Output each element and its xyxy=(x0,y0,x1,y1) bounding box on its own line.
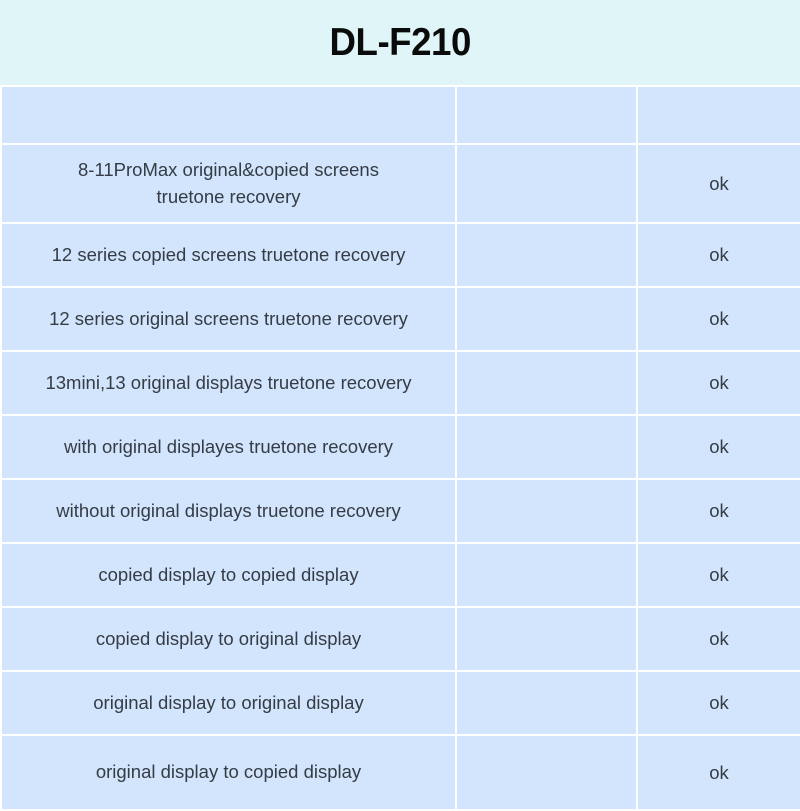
middle-cell xyxy=(455,606,638,672)
feature-cell: 8-11ProMax original&copied screens truet… xyxy=(0,143,457,224)
feature-text-line-1: 8-11ProMax original&copied screens xyxy=(78,159,379,181)
feature-cell: 12 series copied screens truetone recove… xyxy=(0,222,457,288)
header-cell-middle xyxy=(455,85,638,145)
status-cell: ok xyxy=(636,478,800,544)
table-row: 12 series copied screens truetone recove… xyxy=(0,222,800,288)
title-banner: DL-F210 xyxy=(0,0,800,85)
page-title: DL-F210 xyxy=(329,21,471,64)
table-row: with original displayes truetone recover… xyxy=(0,414,800,480)
middle-cell xyxy=(455,478,638,544)
table-row: original display to copied display ok xyxy=(0,734,800,811)
feature-cell: copied display to copied display xyxy=(0,542,457,608)
middle-cell xyxy=(455,143,638,224)
feature-cell: copied display to original display xyxy=(0,606,457,672)
status-cell: ok xyxy=(636,542,800,608)
table-row: copied display to original display ok xyxy=(0,606,800,672)
feature-cell: original display to copied display xyxy=(0,734,457,811)
middle-cell xyxy=(455,670,638,736)
middle-cell xyxy=(455,222,638,288)
product-spec-page: DL-F210 8-11ProMax original&copied scree… xyxy=(0,0,800,811)
status-cell: ok xyxy=(636,350,800,416)
middle-cell xyxy=(455,542,638,608)
table-row: original display to original display ok xyxy=(0,670,800,736)
status-cell: ok xyxy=(636,670,800,736)
status-cell: ok xyxy=(636,414,800,480)
status-cell: ok xyxy=(636,143,800,224)
spec-table: 8-11ProMax original&copied screens truet… xyxy=(0,85,800,811)
feature-cell: original display to original display xyxy=(0,670,457,736)
status-cell: ok xyxy=(636,222,800,288)
status-cell: ok xyxy=(636,734,800,811)
table-header-row xyxy=(0,85,800,145)
middle-cell xyxy=(455,350,638,416)
feature-cell: 13mini,13 original displays truetone rec… xyxy=(0,350,457,416)
middle-cell xyxy=(455,286,638,352)
table-row: 8-11ProMax original&copied screens truet… xyxy=(0,143,800,224)
table-row: copied display to copied display ok xyxy=(0,542,800,608)
table-row: without original displays truetone recov… xyxy=(0,478,800,544)
feature-cell: 12 series original screens truetone reco… xyxy=(0,286,457,352)
status-cell: ok xyxy=(636,606,800,672)
middle-cell xyxy=(455,734,638,811)
status-cell: ok xyxy=(636,286,800,352)
middle-cell xyxy=(455,414,638,480)
feature-cell: without original displays truetone recov… xyxy=(0,478,457,544)
feature-cell: with original displayes truetone recover… xyxy=(0,414,457,480)
header-cell-feature xyxy=(0,85,457,145)
table-row: 12 series original screens truetone reco… xyxy=(0,286,800,352)
table-row: 13mini,13 original displays truetone rec… xyxy=(0,350,800,416)
feature-text-line-2: truetone recovery xyxy=(156,185,301,207)
header-cell-status xyxy=(636,85,800,145)
